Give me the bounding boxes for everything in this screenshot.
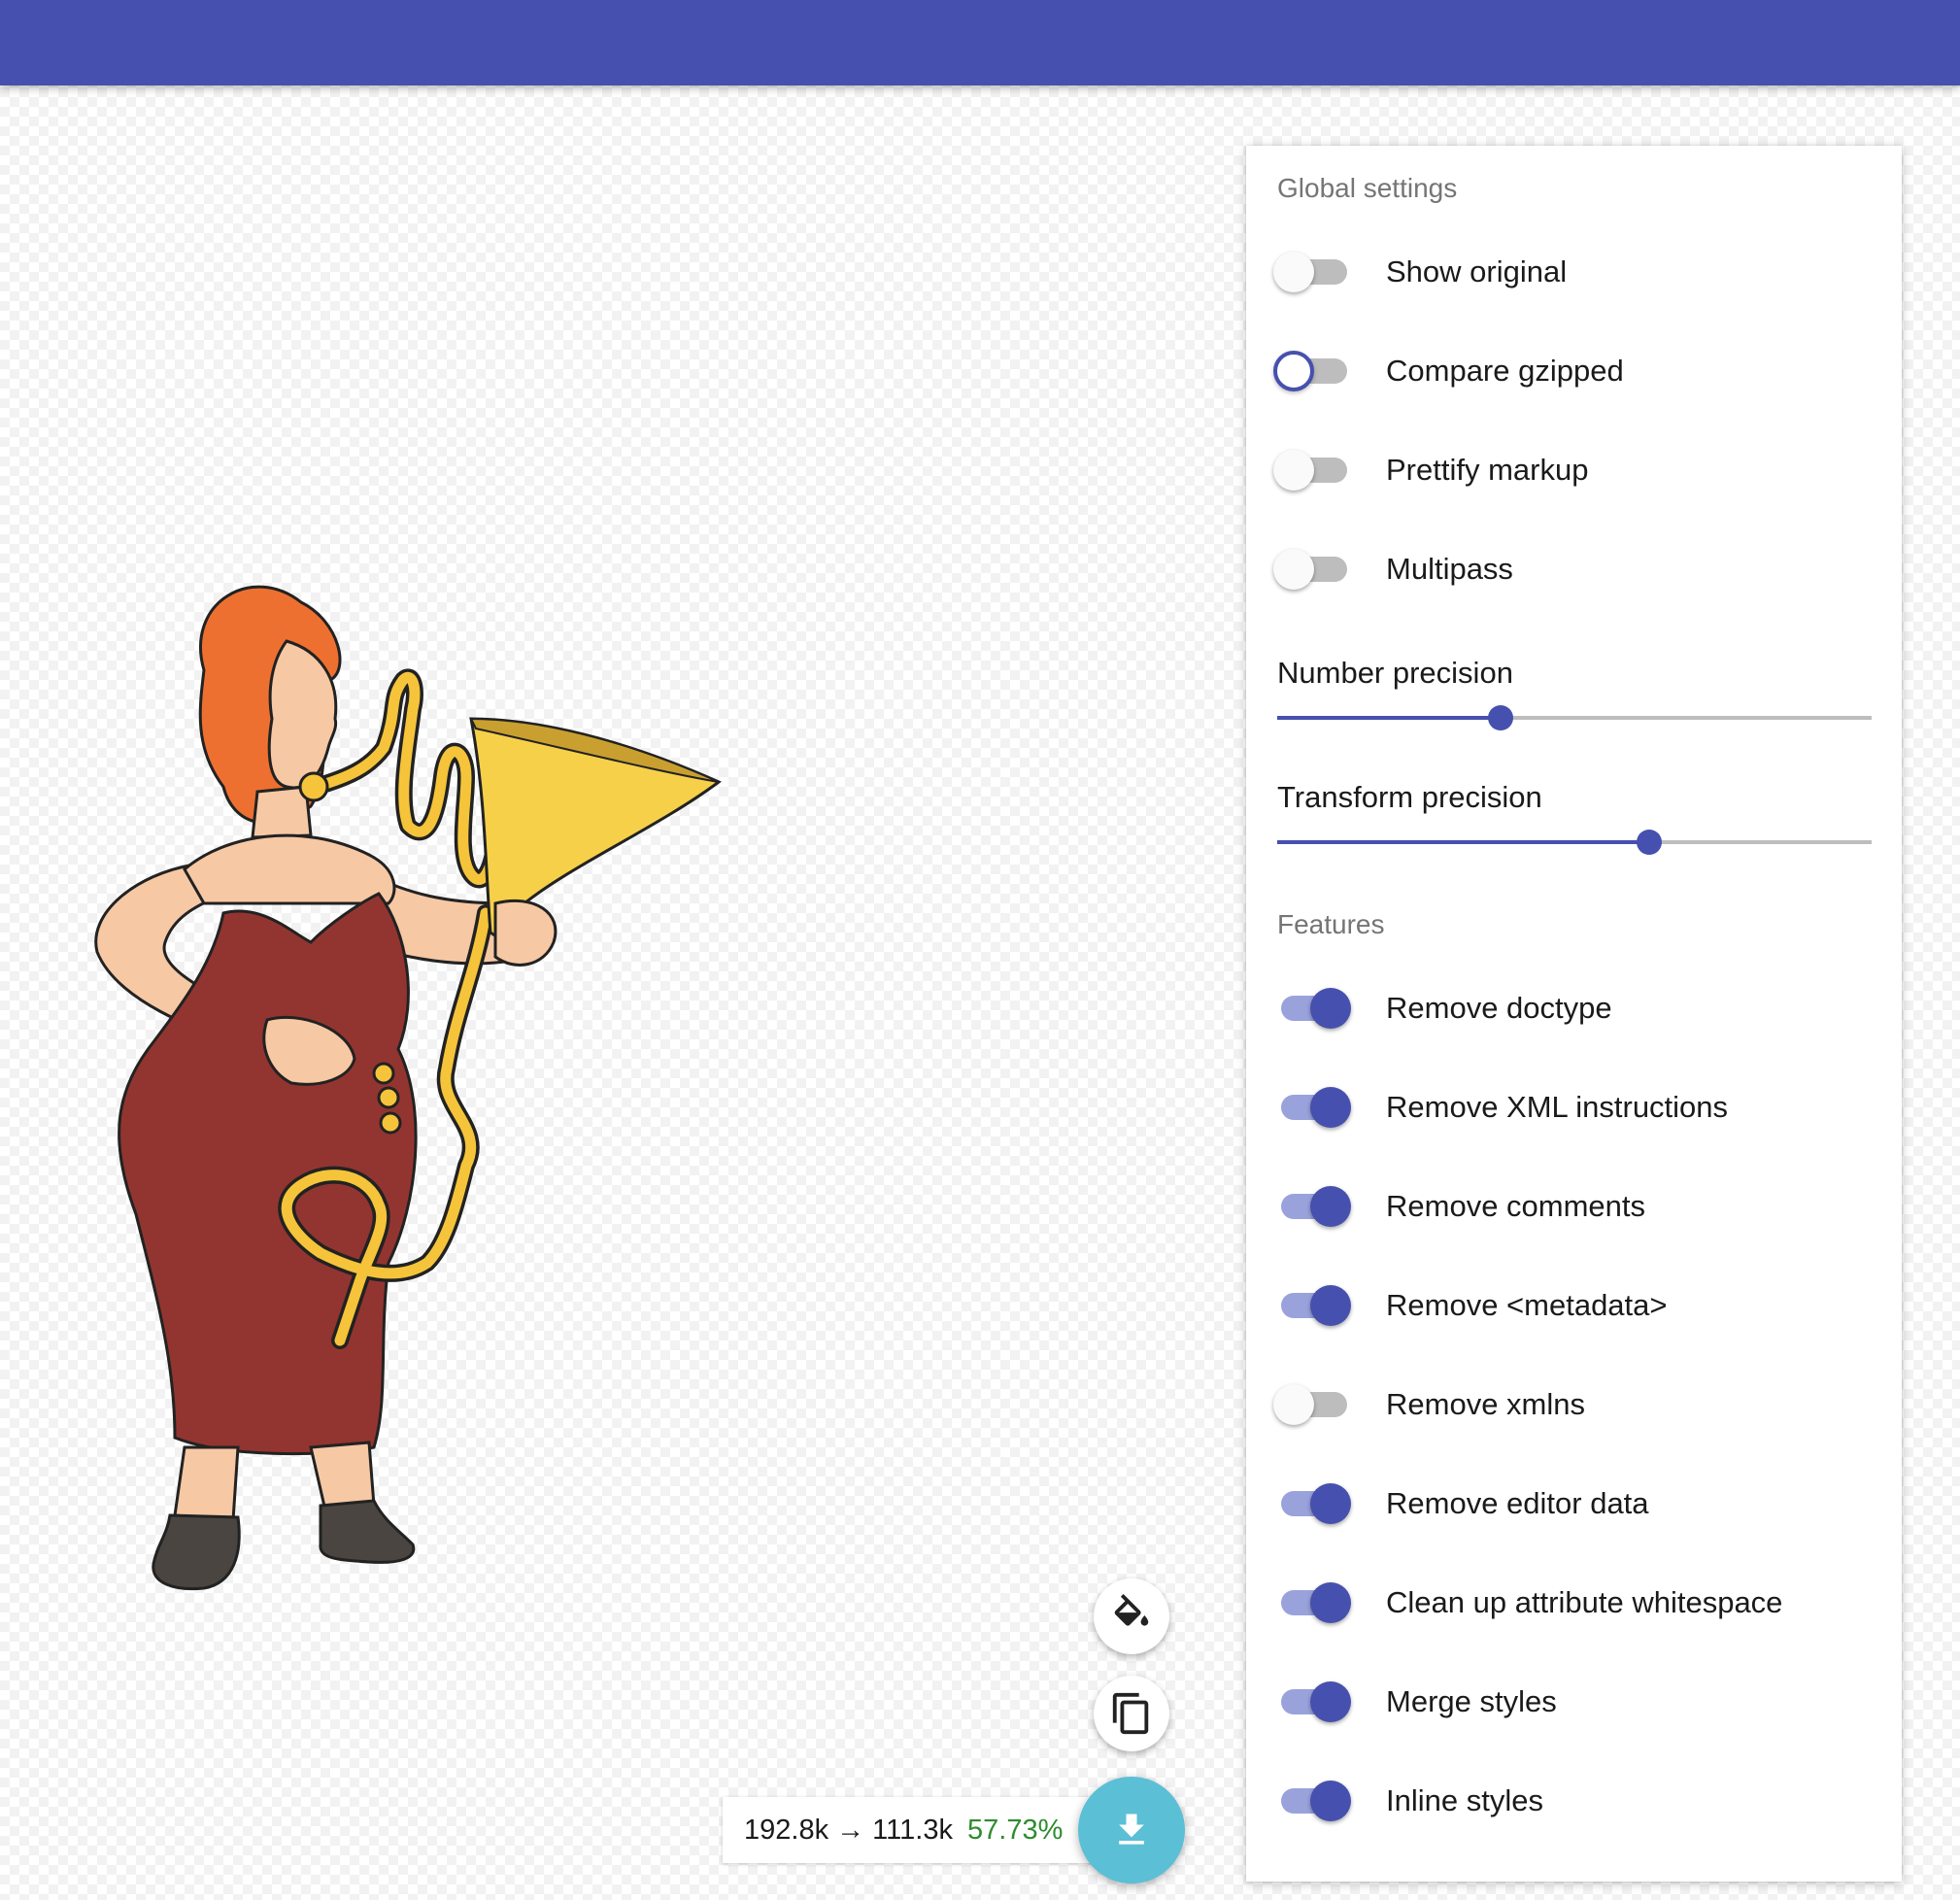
toggle-remove-xml-instructions[interactable]: Remove XML instructions [1277, 1072, 1879, 1140]
slider-fill [1277, 716, 1501, 720]
toggle-label: Inline styles [1386, 1783, 1543, 1817]
toggle-compare-gzipped[interactable]: Compare gzipped [1273, 336, 1879, 404]
paint-bucket-button[interactable] [1094, 1578, 1169, 1654]
slider-label: Number precision [1277, 656, 1513, 690]
toggle-label: Compare gzipped [1386, 354, 1624, 388]
slider-thumb[interactable] [1487, 705, 1513, 730]
copy-button[interactable] [1094, 1676, 1169, 1751]
toggle-cleanup-attribute-whitespace[interactable]: Clean up attribute whitespace [1277, 1568, 1879, 1636]
slider-transform-precision[interactable]: Transform precision [1277, 780, 1872, 867]
toggle-label: Remove XML instructions [1386, 1090, 1729, 1124]
switch-remove-xml-instructions[interactable] [1277, 1087, 1351, 1128]
switch-inline-styles[interactable] [1277, 1781, 1351, 1821]
toggle-remove-doctype[interactable]: Remove doctype [1277, 973, 1879, 1041]
slider-track[interactable] [1277, 830, 1872, 855]
paint-bucket-icon [1114, 1594, 1149, 1626]
illustration-valve-2 [377, 1086, 400, 1109]
illustration-mouthpiece [298, 771, 329, 802]
toggle-label: Clean up attribute whitespace [1386, 1585, 1783, 1619]
download-icon [1119, 1814, 1144, 1845]
settings-panel: Global settings Show original Compare gz… [1246, 146, 1902, 1882]
app-header-bar [0, 0, 1960, 85]
toggle-remove-xmlns[interactable]: Remove xmlns [1273, 1370, 1879, 1438]
switch-remove-comments[interactable] [1277, 1186, 1351, 1227]
switch-remove-metadata[interactable] [1277, 1285, 1351, 1326]
toggle-label: Remove doctype [1386, 991, 1612, 1025]
switch-merge-styles[interactable] [1277, 1681, 1351, 1722]
toggle-inline-styles[interactable]: Inline styles [1277, 1766, 1879, 1834]
switch-show-original[interactable] [1273, 252, 1347, 292]
switch-remove-xmlns[interactable] [1273, 1384, 1347, 1425]
toggle-label: Remove xmlns [1386, 1387, 1585, 1421]
toggle-prettify-markup[interactable]: Prettify markup [1273, 435, 1879, 503]
size-comparison-badge: 192.8k → 111.3k 57.73% [723, 1797, 1111, 1863]
toggle-label: Remove editor data [1386, 1486, 1649, 1520]
svg-preview-illustration [94, 585, 722, 1591]
file-size-comparison: 192.8k → 111.3k [744, 1815, 953, 1846]
switch-cleanup-attribute-whitespace[interactable] [1277, 1582, 1351, 1623]
toggle-remove-editor-data[interactable]: Remove editor data [1277, 1469, 1879, 1537]
switch-compare-gzipped[interactable] [1273, 351, 1347, 391]
toggle-label: Remove <metadata> [1386, 1288, 1668, 1322]
illustration-valve-1 [372, 1062, 395, 1085]
switch-remove-editor-data[interactable] [1277, 1483, 1351, 1524]
switch-multipass[interactable] [1273, 549, 1347, 590]
toggle-label: Prettify markup [1386, 453, 1589, 487]
global-settings-heading: Global settings [1277, 173, 1458, 203]
toggle-remove-metadata[interactable]: Remove <metadata> [1277, 1271, 1879, 1339]
size-reduction-percent: 57.73% [967, 1815, 1064, 1846]
copy-icon [1112, 1692, 1149, 1735]
switch-prettify-markup[interactable] [1273, 450, 1347, 491]
slider-track[interactable] [1277, 705, 1872, 730]
toggle-label: Remove comments [1386, 1189, 1646, 1223]
download-button[interactable] [1078, 1777, 1185, 1883]
slider-thumb[interactable] [1636, 830, 1662, 855]
illustration-leg-left [173, 1445, 240, 1522]
toggle-show-original[interactable]: Show original [1273, 237, 1879, 305]
illustration-boot-right [319, 1499, 416, 1564]
toggle-merge-styles[interactable]: Merge styles [1277, 1667, 1879, 1735]
slider-number-precision[interactable]: Number precision [1277, 656, 1872, 743]
slider-fill [1277, 840, 1649, 844]
illustration-shoulders [183, 833, 396, 905]
toggle-multipass[interactable]: Multipass [1273, 534, 1879, 602]
illustration-hand-right [493, 899, 558, 967]
slider-label: Transform precision [1277, 780, 1542, 814]
toggle-label: Show original [1386, 254, 1568, 288]
toggle-label: Merge styles [1386, 1684, 1557, 1718]
toggle-remove-comments[interactable]: Remove comments [1277, 1171, 1879, 1239]
toggle-label: Multipass [1386, 552, 1513, 586]
switch-remove-doctype[interactable] [1277, 988, 1351, 1029]
illustration-valve-3 [379, 1111, 402, 1135]
illustration-boot-left [152, 1513, 241, 1591]
features-heading: Features [1277, 909, 1385, 939]
